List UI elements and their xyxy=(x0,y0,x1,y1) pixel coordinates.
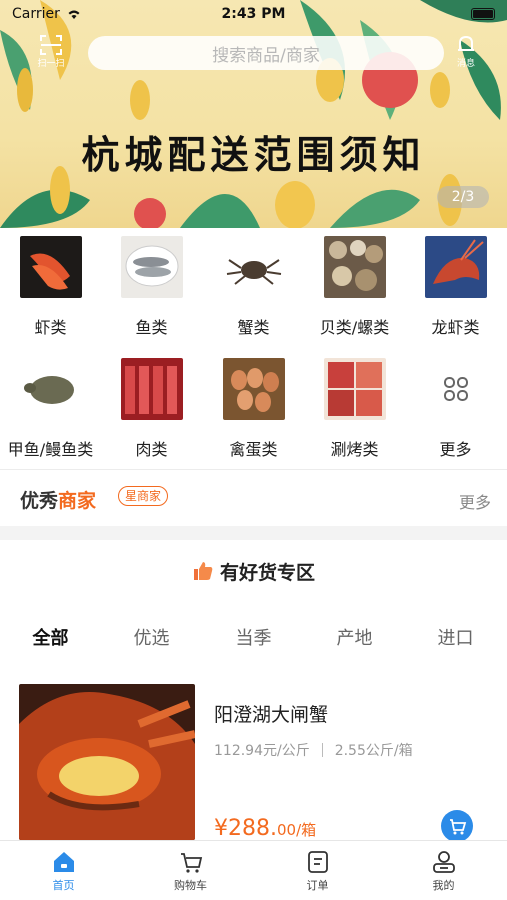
category-label: 虾类 xyxy=(34,318,67,337)
scan-label: 扫一扫 xyxy=(37,59,65,69)
tabbar-home[interactable]: 首页 xyxy=(0,849,127,893)
star-merchant-badge: 星商家 xyxy=(118,486,169,506)
status-bar: Carrier 2:43 PM xyxy=(0,0,507,28)
profile-icon xyxy=(432,851,455,873)
filter-tabs: 全部 优选 当季 产地 进口 xyxy=(0,624,507,658)
tab-label: 进口 xyxy=(437,628,474,649)
category-eggs[interactable]: 禽蛋类 xyxy=(203,358,304,460)
banner-page-indicator: 2/3 xyxy=(437,186,489,208)
category-label: 鱼类 xyxy=(135,318,168,337)
tab-label: 优选 xyxy=(133,628,170,649)
carrier-label: Carrier xyxy=(12,6,60,22)
product-spec: 112.94元/公斤 2.55公斤/箱 xyxy=(214,740,413,760)
category-more[interactable]: 更多 xyxy=(405,358,506,460)
tabbar-cart[interactable]: 购物车 xyxy=(127,849,254,893)
cart-icon xyxy=(180,853,202,873)
category-lobster[interactable]: 龙虾类 xyxy=(405,236,506,338)
product-weight: 2.55公斤/箱 xyxy=(334,743,413,759)
turtle-image xyxy=(19,358,82,420)
category-label: 禽蛋类 xyxy=(229,440,278,459)
meat-image xyxy=(120,358,183,420)
tabbar-label: 我的 xyxy=(432,879,455,892)
order-icon xyxy=(307,851,328,873)
tabbar-profile[interactable]: 我的 xyxy=(380,849,507,893)
category-shellfish[interactable]: 贝类/螺类 xyxy=(304,236,405,338)
tabbar-label: 购物车 xyxy=(174,879,207,892)
product-image xyxy=(19,684,195,840)
tab-imported[interactable]: 进口 xyxy=(405,624,506,650)
banner-title: 杭城配送范围须知 xyxy=(81,133,426,177)
category-turtle[interactable]: 甲鱼/鳗鱼类 xyxy=(0,358,101,460)
price-main: ¥288. xyxy=(214,816,277,841)
scan-button[interactable]: 扫一扫 xyxy=(34,34,68,72)
category-label: 肉类 xyxy=(135,440,168,459)
category-label: 龙虾类 xyxy=(431,318,480,337)
tab-label: 产地 xyxy=(336,628,373,649)
category-fish[interactable]: 鱼类 xyxy=(101,236,202,338)
bottom-tab-bar: 首页 购物车 订单 我的 xyxy=(0,840,507,900)
search-row: 扫一扫 搜索商品/商家 消息 xyxy=(0,34,507,74)
category-label: 贝类/螺类 xyxy=(319,318,390,337)
product-name: 阳澄湖大闸蟹 xyxy=(214,704,329,726)
tab-all[interactable]: 全部 xyxy=(0,624,101,652)
home-icon xyxy=(53,852,74,872)
carrier: Carrier xyxy=(12,6,82,22)
eggs-image xyxy=(222,358,285,420)
tabbar-label: 首页 xyxy=(52,879,75,892)
category-grid: 虾类 鱼类 蟹类 贝类/螺类 龙虾类 甲鱼/鳗鱼类 肉类 禽蛋类 涮烤类 更多 xyxy=(0,232,507,468)
product-card[interactable]: 阳澄湖大闸蟹 112.94元/公斤 2.55公斤/箱 ¥288.00/箱 xyxy=(0,684,507,844)
merchant-title-part2: 商家 xyxy=(58,490,97,512)
tab-origin[interactable]: 产地 xyxy=(304,624,405,650)
message-button[interactable]: 消息 xyxy=(449,34,483,72)
category-label: 涮烤类 xyxy=(330,440,379,459)
tabbar-orders[interactable]: 订单 xyxy=(254,849,381,893)
category-meat[interactable]: 肉类 xyxy=(101,358,202,460)
merchant-title: 优秀商家 xyxy=(20,486,96,513)
merchant-more-link[interactable]: 更多 xyxy=(459,489,491,513)
add-to-cart-button[interactable] xyxy=(441,810,473,842)
battery-icon xyxy=(471,8,495,20)
tabbar-label: 订单 xyxy=(306,879,329,892)
merchant-title-part1: 优秀 xyxy=(20,490,59,512)
cart-icon xyxy=(450,819,467,835)
category-bbq[interactable]: 涮烤类 xyxy=(304,358,405,460)
bell-icon xyxy=(458,35,474,51)
category-label: 蟹类 xyxy=(237,318,270,337)
shellfish-image xyxy=(323,236,386,298)
search-input[interactable]: 搜索商品/商家 xyxy=(88,36,444,70)
excellent-merchants-row[interactable]: 优秀商家 星商家 更多 xyxy=(0,470,507,526)
lobster-image xyxy=(424,236,487,298)
category-shrimp[interactable]: 虾类 xyxy=(0,236,101,338)
category-label: 甲鱼/鳗鱼类 xyxy=(7,440,94,459)
category-crab[interactable]: 蟹类 xyxy=(203,236,304,338)
zone-title-text: 有好货专区 xyxy=(219,562,315,584)
tab-label: 全部 xyxy=(32,628,69,649)
thumbs-up-icon xyxy=(193,562,213,580)
product-price: ¥288.00/箱 xyxy=(214,816,316,841)
spec-separator xyxy=(321,743,323,757)
message-label: 消息 xyxy=(456,59,475,69)
more-grid-icon xyxy=(425,358,487,420)
wifi-icon xyxy=(68,10,80,19)
zone-title: 有好货专区 xyxy=(0,558,507,585)
shrimp-image xyxy=(19,236,82,298)
price-decimal: 00/箱 xyxy=(276,821,317,839)
tab-label: 当季 xyxy=(235,628,272,649)
section-separator xyxy=(0,526,507,540)
tab-featured[interactable]: 优选 xyxy=(101,624,202,650)
product-unit-price: 112.94元/公斤 xyxy=(214,743,310,759)
bbq-image xyxy=(323,358,386,420)
crab-image xyxy=(222,236,285,298)
category-label: 更多 xyxy=(439,440,472,459)
scan-icon xyxy=(40,35,62,55)
fish-image xyxy=(120,236,183,298)
tab-seasonal[interactable]: 当季 xyxy=(203,624,304,650)
